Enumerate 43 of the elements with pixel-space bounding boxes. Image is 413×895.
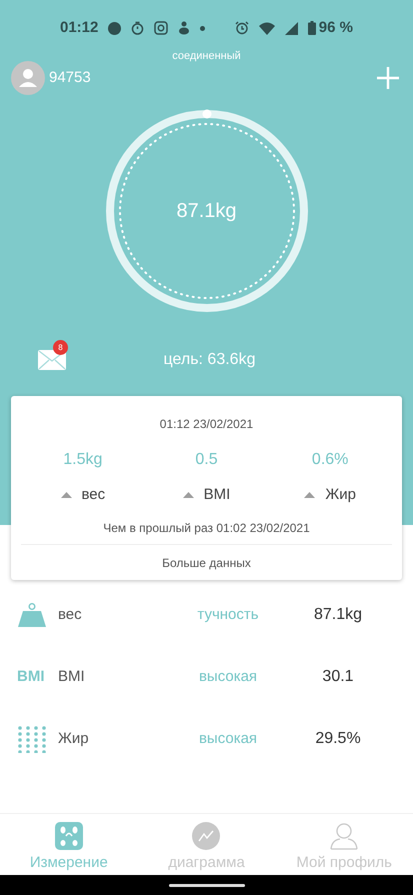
change-label: вес	[82, 485, 106, 505]
mail-icon[interactable]	[38, 350, 66, 370]
metric-name: BMI	[58, 666, 86, 687]
nav-tab[interactable]: Измерение	[0, 814, 138, 875]
figure-icon	[178, 21, 190, 35]
change-value: 0.6%	[312, 450, 348, 470]
weight-reading: 87.1kg	[176, 199, 237, 224]
profile-icon	[330, 822, 358, 850]
home-indicator[interactable]	[168, 884, 244, 886]
up-triangle-icon	[60, 492, 72, 498]
dots-icon	[17, 726, 47, 752]
more-data-link[interactable]: Больше данных	[162, 554, 251, 572]
metric-status: высокая	[198, 666, 258, 687]
change-value: 1.5kg	[63, 450, 102, 470]
change-label: BMI	[204, 485, 230, 505]
battery-level: 96 %	[318, 18, 353, 38]
up-triangle-icon	[304, 492, 316, 498]
chart-icon	[192, 822, 220, 850]
dot-icon	[200, 26, 206, 30]
connection-status: соединенный	[172, 49, 241, 64]
scale-icon	[54, 822, 83, 850]
metric-name: вес	[58, 604, 83, 625]
wifi-icon	[258, 22, 275, 34]
up-triangle-icon	[182, 492, 194, 498]
alarm-icon	[234, 21, 249, 35]
timer-icon	[131, 21, 144, 35]
metric-value: 87.1kg	[312, 605, 364, 625]
camera-icon	[154, 21, 168, 35]
change-value: 0.5	[195, 450, 218, 470]
metric-value: 29.5%	[314, 729, 362, 749]
goal-weight: цель: 63.6kg	[164, 350, 256, 370]
measurement-date: 01:12 23/02/2021	[160, 416, 254, 433]
change-label: Жир	[325, 485, 356, 505]
metric-status: высокая	[198, 728, 258, 749]
metric-status: тучность	[196, 604, 260, 625]
bmi-icon: BMI	[17, 666, 47, 688]
comparison-text: Чем в прошлый раз 01:02 23/02/2021	[103, 520, 310, 536]
metric-value: 30.1	[321, 667, 355, 687]
metric-name: Жир	[58, 728, 90, 749]
signal-icon	[284, 22, 298, 34]
status-time: 01:12	[60, 18, 98, 38]
weight-icon	[17, 602, 47, 628]
user-id: 94753	[49, 68, 91, 88]
